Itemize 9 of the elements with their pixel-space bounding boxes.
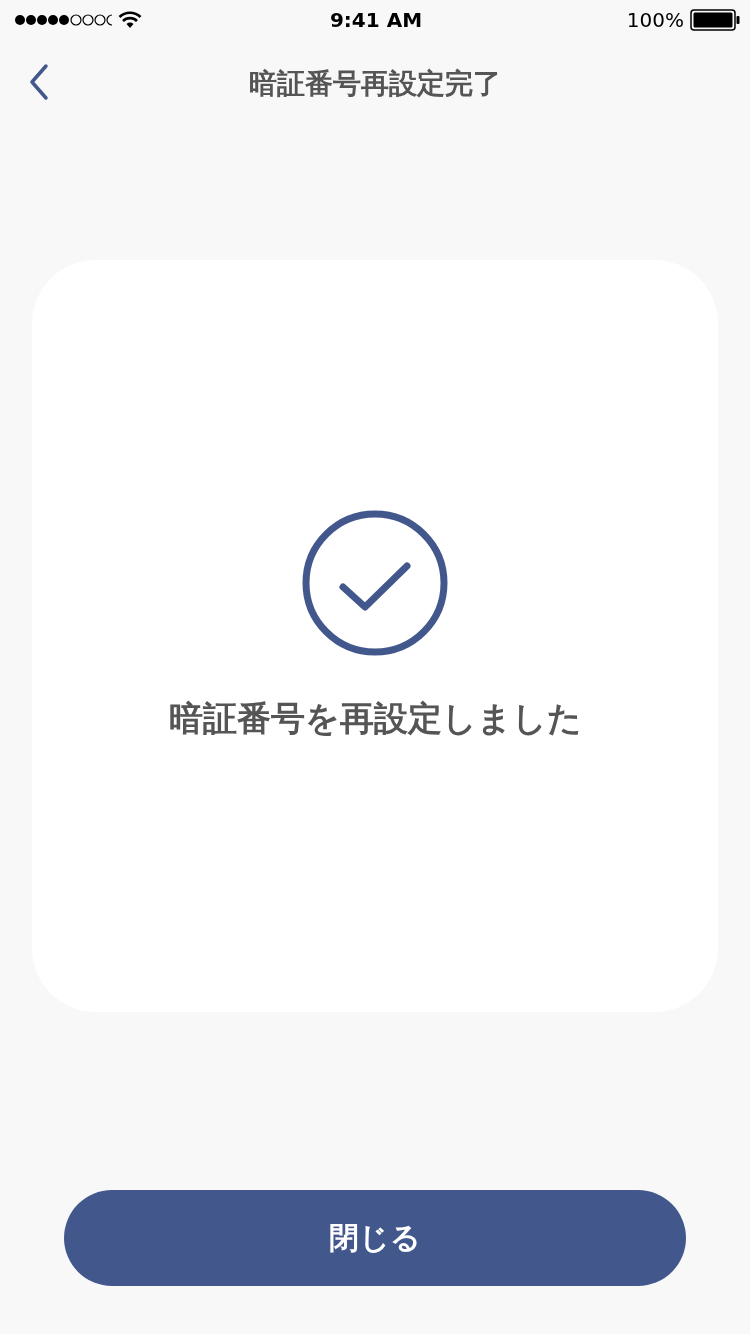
check-circle-icon (302, 510, 448, 656)
signal-icon (12, 12, 112, 28)
screen-title: 暗証番号再設定完了 (249, 66, 501, 102)
wifi-icon (118, 11, 142, 29)
success-message: 暗証番号を再設定しました (168, 697, 582, 740)
battery-percent: 100% (626, 8, 684, 32)
status-time: 9:41 AM (329, 8, 423, 32)
close-button[interactable]: 閉じる (64, 1190, 686, 1286)
battery-icon (690, 9, 740, 31)
